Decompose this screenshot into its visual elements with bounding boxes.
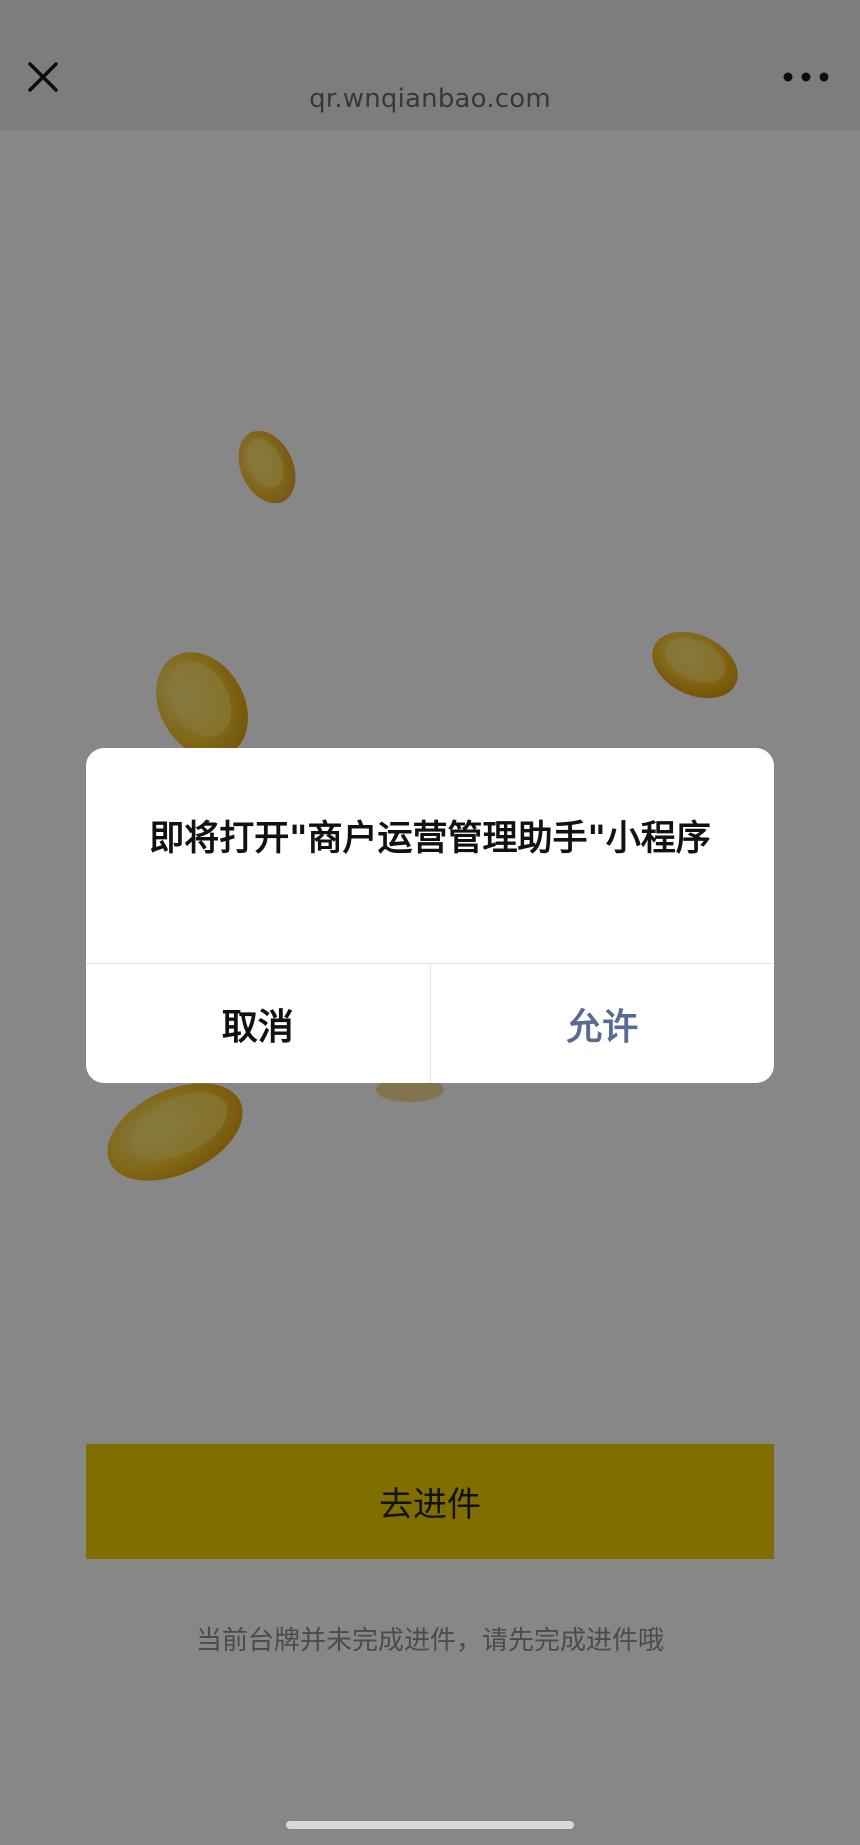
dialog-actions: 取消 允许 <box>86 963 774 1083</box>
open-mini-program-dialog: 即将打开"商户运营管理助手"小程序 取消 允许 <box>86 748 774 1083</box>
allow-button[interactable]: 允许 <box>431 964 775 1083</box>
webview-page: qr.wnqianbao.com 去进件 当前台牌并未完成进件，请先完成进件哦 … <box>0 0 860 1845</box>
home-indicator[interactable] <box>286 1821 574 1829</box>
dialog-title: 即将打开"商户运营管理助手"小程序 <box>149 819 711 859</box>
cancel-button[interactable]: 取消 <box>86 964 431 1083</box>
